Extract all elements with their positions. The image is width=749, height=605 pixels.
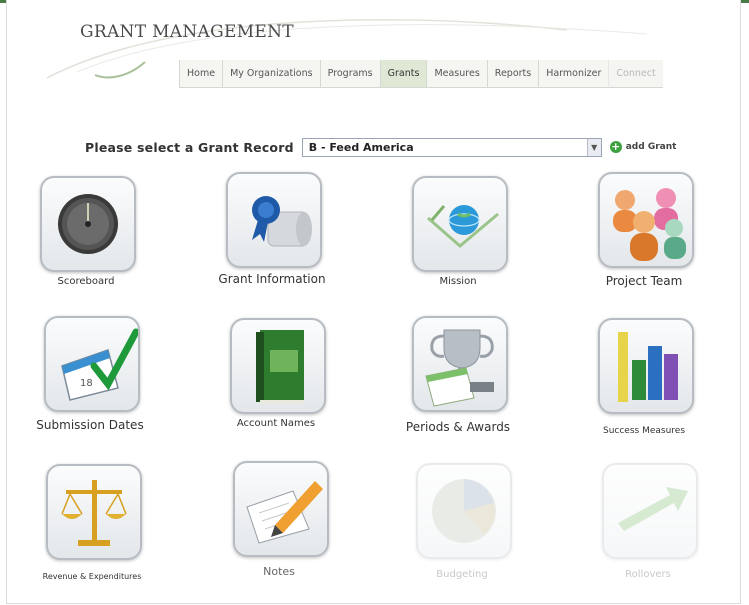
submission-dates-label: Submission Dates — [36, 418, 144, 432]
people-group-icon — [613, 188, 686, 261]
periods-awards-label: Periods & Awards — [405, 420, 511, 434]
add-grant-label: add Grant — [625, 142, 677, 152]
bar-chart-icon — [618, 332, 678, 402]
grant-select-value: B - Feed America — [308, 140, 414, 154]
grant-select-row: Please select a Grant Record B - Feed Am… — [85, 136, 676, 158]
grant-information-icon-box — [226, 172, 322, 268]
revenue-expenditures-icon-box — [46, 464, 142, 560]
svg-text:18: 18 — [80, 378, 93, 389]
grant-record-select[interactable]: B - Feed America ▼ — [301, 137, 602, 157]
tab-reports[interactable]: Reports — [486, 60, 539, 88]
budgeting-label: Budgeting — [436, 569, 488, 580]
submission-dates-icon-box: 18 — [44, 316, 140, 412]
tab-connect[interactable]: Connect — [608, 60, 663, 88]
periods-awards-icon-box — [412, 316, 508, 412]
pie-chart-icon — [432, 479, 496, 543]
tab-home[interactable]: Home — [179, 60, 223, 88]
app-window: GRANT MANAGEMENT Home My Organizations P… — [6, 0, 741, 604]
gauge-icon — [58, 194, 118, 254]
tab-my-organizations[interactable]: My Organizations — [222, 60, 320, 88]
tab-harmonizer[interactable]: Harmonizer — [538, 60, 609, 88]
tab-grants[interactable]: Grants — [379, 60, 427, 88]
globe-envelope-icon — [427, 205, 499, 248]
scales-icon — [61, 480, 127, 546]
dropdown-arrow-icon[interactable]: ▼ — [586, 138, 601, 156]
notes-label: Notes — [263, 565, 295, 578]
scoreboard-icon-box — [40, 176, 136, 272]
revenue-expenditures-label: Revenue & Expenditures — [42, 572, 142, 581]
grant-select-label: Please select a Grant Record — [85, 139, 294, 155]
project-team-label: Project Team — [605, 274, 683, 288]
main-nav-tabs: Home My Organizations Programs Grants Me… — [179, 60, 663, 88]
plus-circle-icon: + — [609, 140, 622, 153]
calendar-check-icon: 18 — [61, 328, 138, 401]
success-measures-icon-box — [598, 318, 694, 414]
grant-information-label: Grant Information — [218, 272, 326, 286]
success-measures-label: Success Measures — [602, 426, 686, 436]
arrow-icon — [618, 487, 688, 531]
app-title: GRANT MANAGEMENT — [80, 22, 294, 42]
scoreboard-label: Scoreboard — [57, 276, 115, 287]
ribbon-scroll-icon — [252, 196, 312, 247]
budgeting-icon-box — [416, 463, 512, 559]
trophy-calendar-icon — [425, 329, 494, 407]
account-names-label: Account Names — [236, 418, 316, 429]
notes-icon-box — [233, 461, 329, 557]
rollovers-label: Rollovers — [625, 569, 671, 580]
pencil-paper-icon — [246, 481, 323, 544]
header-swoosh-decoration — [46, 18, 648, 79]
account-names-icon-box — [230, 318, 326, 414]
rollovers-icon-box — [602, 463, 698, 559]
tab-programs[interactable]: Programs — [319, 60, 380, 88]
mission-icon-box — [412, 176, 508, 272]
add-grant-button[interactable]: + add Grant — [609, 140, 677, 153]
mission-label: Mission — [439, 276, 477, 287]
tab-measures[interactable]: Measures — [426, 60, 487, 88]
green-book-icon — [256, 330, 304, 404]
project-team-icon-box — [598, 172, 694, 268]
